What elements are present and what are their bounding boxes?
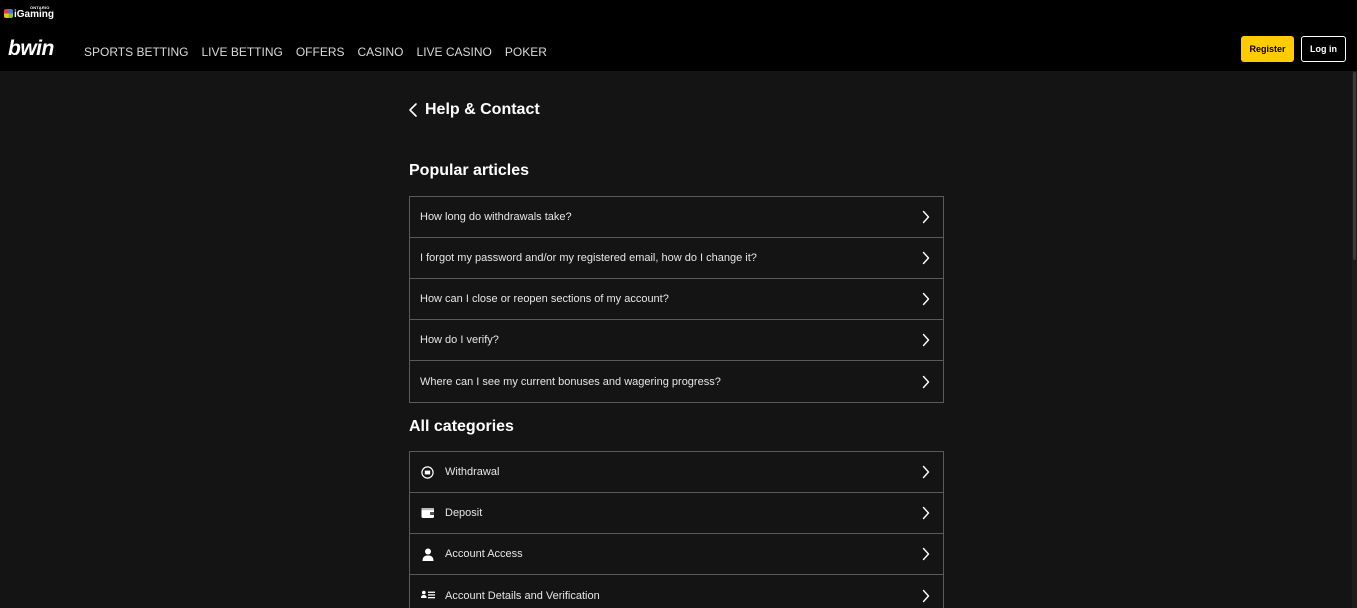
chevron-right-icon — [921, 464, 931, 480]
main-nav: SPORTS BETTING LIVE BETTING OFFERS CASIN… — [84, 44, 560, 60]
category-label: Account Access — [445, 548, 523, 560]
list-item[interactable]: Withdrawal — [410, 452, 943, 493]
chevron-right-icon — [921, 505, 931, 521]
article-label: How can I close or reopen sections of my… — [420, 293, 669, 305]
article-label: Where can I see my current bonuses and w… — [420, 375, 721, 388]
popular-articles-title: Popular articles — [409, 162, 530, 179]
article-label: How long do withdrawals take? — [420, 211, 572, 223]
chevron-right-icon — [921, 374, 931, 390]
id-card-icon — [420, 588, 435, 603]
list-item[interactable]: Where can I see my current bonuses and w… — [410, 361, 943, 402]
login-button[interactable]: Log in — [1301, 36, 1346, 62]
nav-item-live-betting[interactable]: LIVE BETTING — [201, 44, 282, 60]
withdrawal-icon — [420, 465, 435, 480]
igaming-ontario-badge: iGaming ONTARIO — [4, 4, 54, 20]
popular-articles-list: How long do withdrawals take? I forgot m… — [409, 196, 944, 403]
igaming-text: iGaming — [14, 9, 55, 20]
scrollbar-thumb[interactable] — [1353, 72, 1356, 260]
category-label: Withdrawal — [445, 466, 500, 478]
wallet-icon — [420, 506, 435, 521]
top-bar: iGaming ONTARIO bwin SPORTS BETTING LIVE… — [0, 0, 1357, 71]
chevron-right-icon — [921, 250, 931, 266]
categories-list: Withdrawal Deposit Account Access Accoun… — [409, 451, 944, 608]
list-item[interactable]: Account Access — [410, 534, 943, 575]
user-icon — [420, 547, 435, 562]
article-label: I forgot my password and/or my registere… — [420, 252, 757, 264]
register-button[interactable]: Register — [1241, 36, 1294, 62]
list-item[interactable]: How long do withdrawals take? — [410, 197, 943, 238]
chevron-right-icon — [921, 209, 931, 225]
list-item[interactable]: How do I verify? — [410, 320, 943, 361]
brand-logo[interactable]: bwin — [8, 37, 54, 61]
list-item[interactable]: I forgot my password and/or my registere… — [410, 238, 943, 279]
category-label: Account Details and Verification — [445, 589, 600, 602]
nav-item-casino[interactable]: CASINO — [358, 44, 404, 60]
chevron-left-icon[interactable] — [406, 101, 420, 119]
list-item[interactable]: Account Details and Verification — [410, 575, 943, 608]
igaming-sup-text: ONTARIO — [30, 5, 50, 10]
all-categories-title: All categories — [409, 418, 514, 435]
chevron-right-icon — [921, 332, 931, 348]
nav-item-poker[interactable]: POKER — [505, 44, 547, 60]
category-label: Deposit — [445, 507, 483, 519]
page-header: Help & Contact — [406, 99, 540, 121]
list-item[interactable]: How can I close or reopen sections of my… — [410, 279, 943, 320]
nav-item-sports-betting[interactable]: SPORTS BETTING — [84, 44, 188, 60]
nav-item-live-casino[interactable]: LIVE CASINO — [417, 44, 492, 60]
chevron-right-icon — [921, 291, 931, 307]
list-item[interactable]: Deposit — [410, 493, 943, 534]
nav-item-offers[interactable]: OFFERS — [296, 44, 345, 60]
page-title: Help & Contact — [425, 101, 540, 118]
article-label: How do I verify? — [420, 334, 499, 346]
chevron-right-icon — [921, 588, 931, 604]
igaming-ontario-logo-icon — [4, 9, 13, 18]
chevron-right-icon — [921, 546, 931, 562]
